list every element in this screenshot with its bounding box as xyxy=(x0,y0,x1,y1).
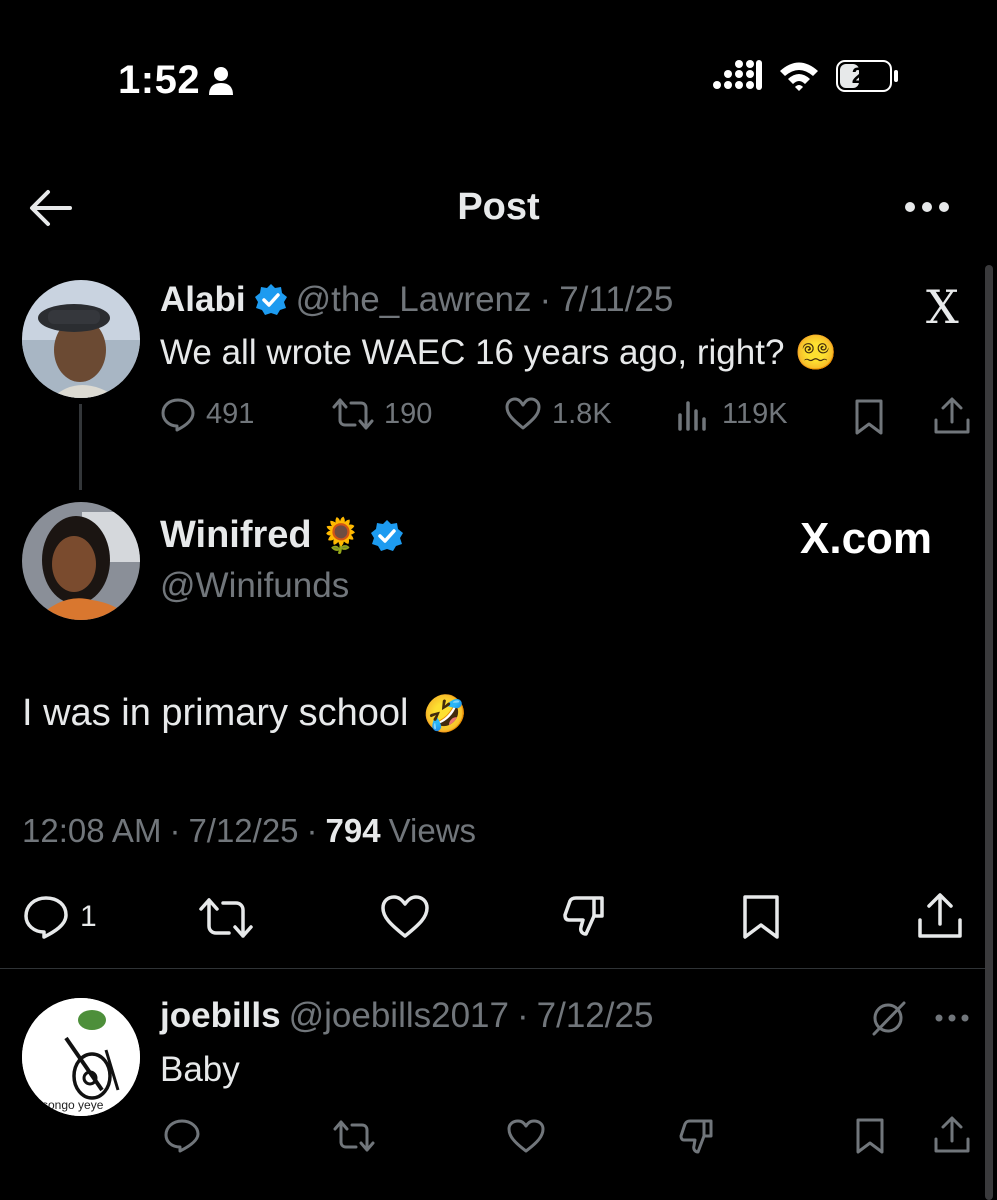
cellular-signal-icon xyxy=(712,60,762,92)
sunflower-emoji: 🌻 xyxy=(319,516,362,555)
dizzy-face-emoji: 😵‍💫 xyxy=(794,334,837,372)
alabi-actions: 491 190 1.8K 119K xyxy=(160,396,848,432)
x-watermark: X xyxy=(926,280,959,334)
post-date[interactable]: 7/12/25 xyxy=(537,996,654,1036)
avatar-joebills[interactable]: songo yeye xyxy=(22,998,140,1116)
repost-icon[interactable] xyxy=(198,896,254,940)
x-com-watermark: X.com xyxy=(800,514,933,563)
battery-icon: 26 xyxy=(836,60,898,92)
author-handle[interactable]: @Winifunds xyxy=(160,566,349,606)
views-button[interactable]: 119K xyxy=(676,397,848,431)
post-text: We all wrote WAEC 16 years ago, right? xyxy=(160,333,785,372)
bookmark-icon[interactable] xyxy=(853,1117,887,1155)
author-name[interactable]: joebills xyxy=(160,996,281,1036)
reply-button[interactable]: 1 xyxy=(22,894,97,940)
status-time-text: 1:52 xyxy=(118,58,201,102)
heart-icon[interactable] xyxy=(506,1118,546,1154)
post-text: I was in primary school xyxy=(22,692,409,734)
like-count: 1.8K xyxy=(552,397,612,430)
share-icon[interactable] xyxy=(932,1115,972,1155)
verified-badge-icon xyxy=(254,283,288,317)
reply-button[interactable]: 491 xyxy=(160,396,332,432)
more-options-icon[interactable] xyxy=(903,200,951,214)
downvote-icon[interactable] xyxy=(678,1118,716,1156)
separator: · xyxy=(516,996,529,1035)
post-time: 12:08 AM xyxy=(22,812,162,849)
post-text: Baby xyxy=(160,1050,240,1089)
downvote-icon[interactable] xyxy=(562,894,608,940)
divider xyxy=(0,968,987,969)
repost-count: 190 xyxy=(384,397,433,430)
separator: · xyxy=(306,812,318,849)
rofl-emoji: 🤣 xyxy=(422,692,468,734)
bookmark-icon[interactable] xyxy=(740,893,782,941)
avatar-caption: songo yeye xyxy=(42,1098,104,1112)
views-count[interactable]: 794 xyxy=(326,812,381,850)
verified-badge-icon xyxy=(370,519,404,553)
repost-icon[interactable] xyxy=(332,1118,376,1154)
scrollbar[interactable] xyxy=(985,265,993,1200)
status-icons: 26 xyxy=(712,60,898,92)
separator: · xyxy=(539,280,552,319)
post-date: 7/12/25 xyxy=(188,812,299,849)
author-handle[interactable]: @joebills2017 xyxy=(289,996,509,1036)
avatar-winifred[interactable] xyxy=(22,502,140,620)
joebills-header: joebills @joebills2017 · 7/12/25 xyxy=(160,996,653,1036)
bookmark-icon[interactable] xyxy=(852,398,886,436)
analytics-icon xyxy=(676,397,712,431)
share-icon[interactable] xyxy=(932,396,972,436)
view-count: 119K xyxy=(722,397,788,430)
status-time: 1:52 xyxy=(118,58,234,103)
winifred-post-text: I was in primary school 🤣 xyxy=(22,692,467,735)
post-date[interactable]: 7/11/25 xyxy=(559,280,673,320)
battery-percentage: 26 xyxy=(851,63,877,88)
separator: · xyxy=(169,812,181,849)
repost-icon xyxy=(332,396,374,432)
person-icon xyxy=(208,66,234,96)
post-timestamp: 12:08 AM · 7/12/25 · 794 Views xyxy=(22,812,476,850)
reply-count: 1 xyxy=(80,900,97,933)
reply-count: 491 xyxy=(206,397,255,430)
repost-button[interactable]: 190 xyxy=(332,396,504,432)
heart-icon[interactable] xyxy=(380,894,430,940)
author-name[interactable]: Alabi xyxy=(160,280,246,320)
reply-icon xyxy=(22,894,70,940)
wifi-icon xyxy=(778,60,820,92)
avatar-alabi[interactable] xyxy=(22,280,140,398)
alabi-post-text: We all wrote WAEC 16 years ago, right? 😵… xyxy=(160,333,837,373)
like-button[interactable]: 1.8K xyxy=(504,397,676,431)
thread-connector-line xyxy=(79,404,82,490)
author-name[interactable]: Winifred xyxy=(160,514,312,557)
reply-icon[interactable] xyxy=(163,1118,201,1154)
share-icon[interactable] xyxy=(916,892,964,940)
views-label: Views xyxy=(388,812,477,849)
heart-icon xyxy=(504,397,542,431)
author-handle[interactable]: @the_Lawrenz xyxy=(296,280,532,320)
grok-icon[interactable] xyxy=(870,1000,908,1036)
page-title: Post xyxy=(457,186,540,228)
winifred-header: Winifred 🌻 xyxy=(160,514,404,557)
more-options-icon[interactable] xyxy=(934,1013,970,1023)
reply-icon xyxy=(160,396,196,432)
alabi-header: Alabi @the_Lawrenz · 7/11/25 xyxy=(160,280,673,320)
